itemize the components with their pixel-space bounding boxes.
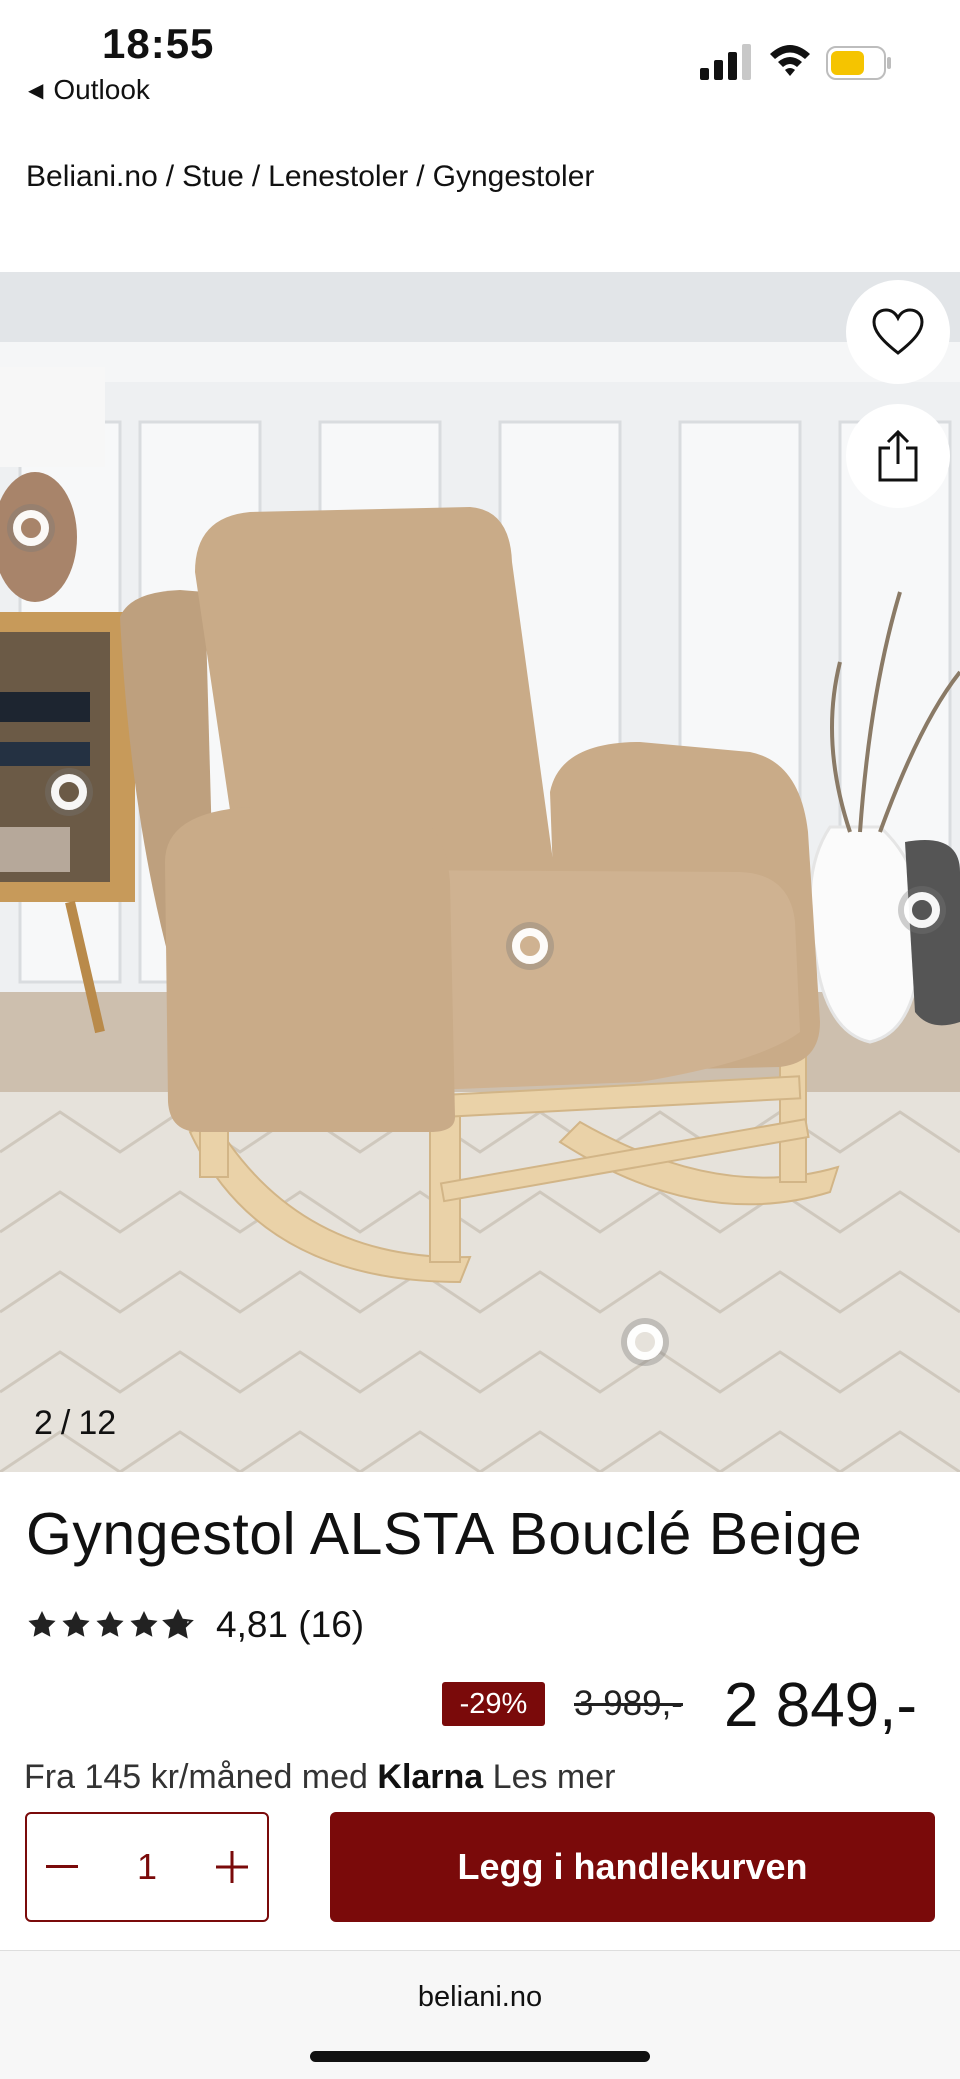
heart-icon [872,308,924,355]
hotspot-lamp[interactable] [13,510,49,546]
back-app-label: Outlook [53,74,150,105]
rating-value: 4,81 [216,1604,289,1645]
quantity-increase-button[interactable] [197,1814,267,1920]
discount-badge: -29% [442,1682,545,1726]
hotspot-chair[interactable] [512,928,548,964]
battery-icon [826,46,891,80]
url-text[interactable]: beliani.no [0,1981,960,2014]
breadcrumb-gyngestoler[interactable]: Gyngestoler [433,160,595,193]
share-icon [878,430,918,482]
minus-icon [46,1865,78,1868]
klarna-text: Fra 145 kr/måned med [24,1758,378,1792]
old-price: 3 989,- [574,1684,683,1723]
browser-url-bar[interactable]: beliani.no [0,1950,960,2079]
quantity-value[interactable]: 1 [97,1814,197,1920]
klarna-financing: Fra 145 kr/måned med Klarna Les mer [24,1758,944,1792]
star-partial-icon [162,1609,194,1639]
status-time: 18:55 [102,20,215,67]
favorite-button[interactable] [846,280,950,384]
hotspot-vase[interactable] [904,892,940,928]
current-price: 2 849,- [724,1671,918,1740]
star-icon [62,1611,90,1637]
wifi-icon [770,45,810,76]
plus-icon [216,1851,248,1883]
quantity-stepper: 1 [25,1812,269,1922]
home-indicator[interactable] [310,2051,650,2062]
hotspot-rug[interactable] [627,1324,663,1360]
sticky-cart-bar: 1 Legg i handlekurven [0,1790,960,1950]
gallery-total: 12 [78,1404,117,1442]
cellular-signal-icon [700,44,751,80]
rating-stars [26,1609,194,1641]
back-triangle-icon: ◀ [28,79,44,102]
breadcrumb-lenestoler[interactable]: Lenestoler [268,160,408,193]
product-rating[interactable]: 4,81 (16) [26,1604,364,1646]
gallery-counter: 2/12 [34,1404,117,1442]
share-button[interactable] [846,404,950,508]
star-icon [28,1611,56,1637]
star-icon [130,1611,158,1637]
gallery-current: 2 [34,1404,53,1442]
rating-count: (16) [298,1604,365,1645]
breadcrumb: Beliani.no / Stue / Lenestoler / Gyngestoler [26,160,595,193]
add-to-cart-button[interactable]: Legg i handlekurven [330,1812,935,1922]
breadcrumb-home[interactable]: Beliani.no [26,160,158,193]
quantity-decrease-button[interactable] [27,1814,97,1920]
product-title: Gyngestol ALSTA Bouclé Beige [26,1501,863,1567]
klarna-logo: Klarna [377,1758,484,1792]
back-to-app-link[interactable]: ◀ Outlook [28,74,150,106]
hotspot-cabinet[interactable] [51,774,87,810]
price-row: -29% 3 989,- 2 849,- [0,1670,960,1740]
star-icon [96,1611,124,1637]
product-photo [0,272,960,1472]
klarna-read-more-link[interactable]: Les mer [483,1758,616,1792]
breadcrumb-stue[interactable]: Stue [182,160,244,193]
product-image-gallery[interactable]: 2/12 [0,272,960,1472]
status-bar: 18:55 ◀ Outlook [0,0,960,120]
